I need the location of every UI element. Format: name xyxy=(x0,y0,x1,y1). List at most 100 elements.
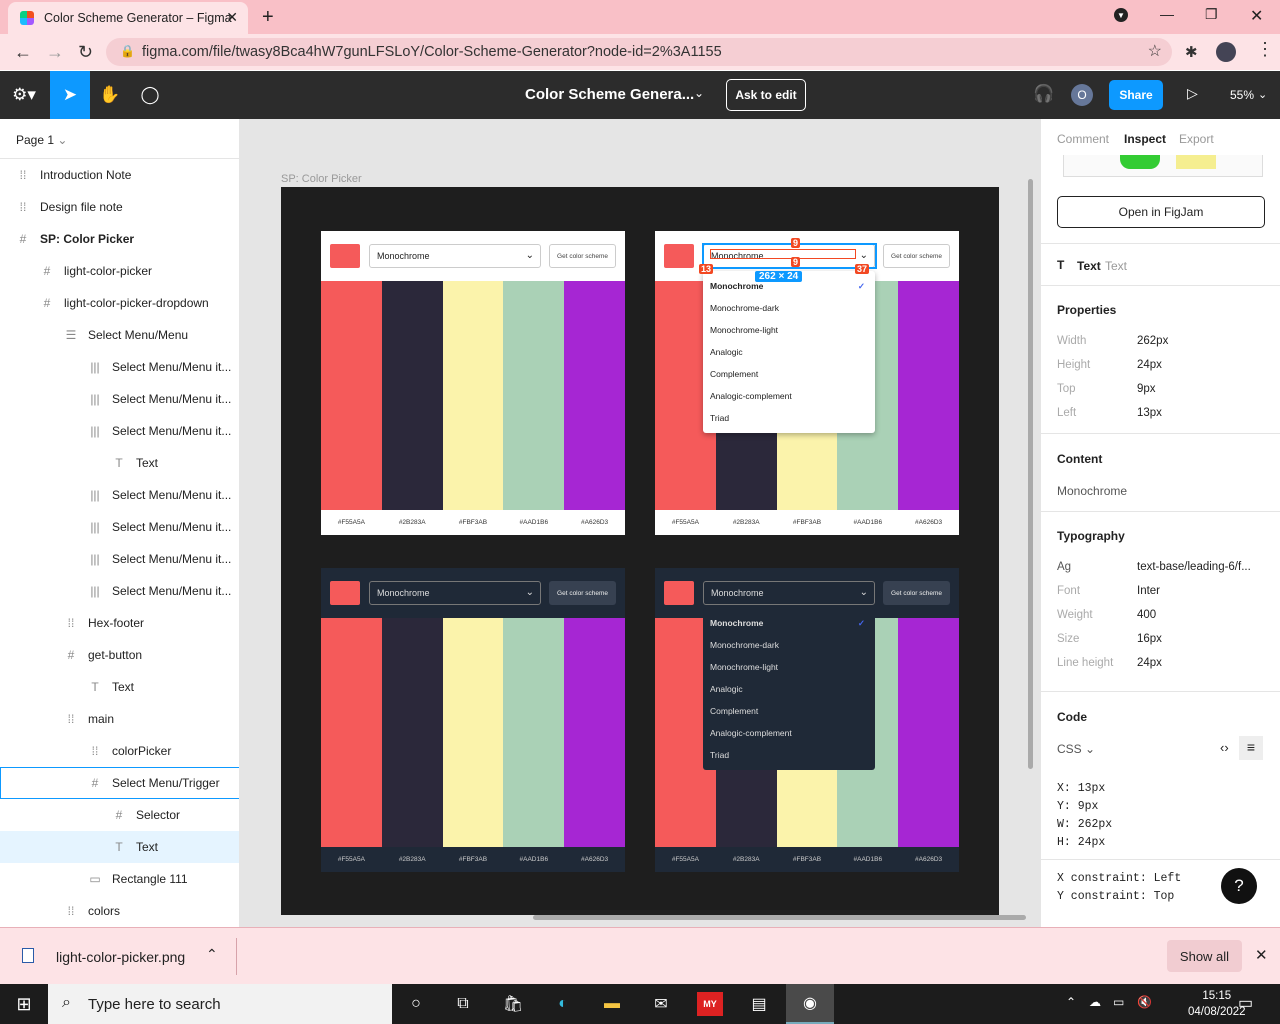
layer-row[interactable]: ⁞⁞ Introduction Note xyxy=(0,159,239,191)
layer-row[interactable]: ⁞⁞ colors xyxy=(0,895,239,927)
light-color-picker-dropdown[interactable]: Monochrome ⌄ Get color scheme #F55A5A #2B283… xyxy=(655,231,959,535)
chrome-icon[interactable]: ◉ xyxy=(786,984,834,1024)
extensions-icon[interactable]: ✱ xyxy=(1185,43,1198,61)
get-color-scheme-button[interactable]: Get color scheme xyxy=(883,244,950,268)
zoom-level[interactable]: 55% xyxy=(1230,88,1254,102)
property-value[interactable]: 9px xyxy=(1137,383,1156,395)
select-menu-item[interactable]: Analogic xyxy=(703,678,875,700)
mail-icon[interactable]: ✉ xyxy=(648,992,674,1016)
select-menu-item[interactable]: Triad xyxy=(703,744,875,766)
task-view-icon[interactable]: ⧉ xyxy=(450,992,476,1016)
layer-row[interactable]: ⁞⁞ main xyxy=(0,703,239,735)
headphones-icon[interactable]: 🎧 xyxy=(1033,84,1054,104)
color-swatch-input[interactable] xyxy=(330,581,360,605)
download-filename[interactable]: light-color-picker.png xyxy=(56,949,185,965)
typography-value[interactable]: text-base/leading-6/f... xyxy=(1137,561,1251,573)
tab-inspect[interactable]: Inspect xyxy=(1124,132,1166,146)
bookmark-star-icon[interactable]: ☆ xyxy=(1148,41,1162,61)
browser-menu-icon[interactable]: ⋮ xyxy=(1256,39,1274,60)
share-button[interactable]: Share xyxy=(1109,80,1163,110)
typography-value[interactable]: Inter xyxy=(1137,585,1160,597)
select-menu-item[interactable]: Analogic-complement xyxy=(703,385,875,407)
volume-icon[interactable]: 🔇 xyxy=(1137,995,1152,1009)
content-value[interactable]: Monochrome xyxy=(1057,484,1127,498)
minimize-icon[interactable]: — xyxy=(1160,6,1174,22)
select-menu-item[interactable]: Monochrome-dark xyxy=(703,297,875,319)
main-menu-icon[interactable]: ⚙▾ xyxy=(4,71,44,119)
layer-row[interactable]: ||| Select Menu/Menu it... xyxy=(0,511,239,543)
horizontal-scrollbar[interactable] xyxy=(533,915,1026,920)
select-trigger[interactable]: Monochrome ⌄ xyxy=(703,581,875,605)
property-value[interactable]: 13px xyxy=(1137,407,1162,419)
get-color-scheme-button[interactable]: Get color scheme xyxy=(549,581,616,605)
layer-row[interactable]: T Text xyxy=(0,831,239,863)
system-clock[interactable]: 15:15 04/08/2022 xyxy=(1188,988,1246,1020)
color-swatch-input[interactable] xyxy=(664,244,694,268)
code-language-select[interactable]: CSS ⌄ xyxy=(1057,742,1095,756)
windows-start-icon[interactable]: ⊞ xyxy=(11,992,37,1016)
cortana-icon[interactable]: ○ xyxy=(403,992,429,1016)
layer-row[interactable]: ||| Select Menu/Menu it... xyxy=(0,351,239,383)
select-menu-item[interactable]: Triad xyxy=(703,407,875,429)
app-icon[interactable]: MY xyxy=(697,992,723,1016)
zoom-chevron-icon[interactable]: ⌄ xyxy=(1258,88,1267,101)
layer-row[interactable]: # SP: Color Picker xyxy=(0,223,239,255)
layer-row[interactable]: ⁞⁞ Design file note xyxy=(0,191,239,223)
dark-color-picker-dropdown[interactable]: Monochrome ⌄ Get color scheme #F55A5A #2B283… xyxy=(655,568,959,872)
layer-row[interactable]: ||| Select Menu/Menu it... xyxy=(0,383,239,415)
help-button[interactable]: ? xyxy=(1221,868,1257,904)
new-tab-icon[interactable]: + xyxy=(262,6,274,29)
typography-value[interactable]: 16px xyxy=(1137,633,1162,645)
layer-row[interactable]: # Selector xyxy=(0,799,239,831)
select-trigger[interactable]: Monochrome ⌄ xyxy=(369,581,541,605)
notifications-icon[interactable]: ▭ xyxy=(1238,993,1253,1013)
restore-icon[interactable]: ❐ xyxy=(1205,6,1218,23)
typography-value[interactable]: 24px xyxy=(1137,657,1162,669)
chevron-up-icon[interactable]: ⌃ xyxy=(206,946,218,963)
layer-row[interactable]: # light-color-picker-dropdown xyxy=(0,287,239,319)
page-selector[interactable]: Page 1 ⌄ xyxy=(0,119,239,159)
hand-tool-icon[interactable]: ✋ xyxy=(90,71,130,119)
layer-row[interactable]: # Select Menu/Trigger xyxy=(0,767,239,799)
edge-icon[interactable]: ◐ xyxy=(550,992,576,1016)
color-picker-frame[interactable]: Monochrome ⌄ Get color scheme #F55A5A #2B283… xyxy=(281,187,999,915)
canvas[interactable]: SP: Color Picker Monochrome ⌄ Get color sc… xyxy=(240,119,1040,927)
color-swatch-input[interactable] xyxy=(664,581,694,605)
wifi-icon[interactable]: ▭ xyxy=(1113,995,1124,1009)
select-menu-item[interactable]: Monochrome-light xyxy=(703,319,875,341)
tab-comment[interactable]: Comment xyxy=(1057,132,1109,146)
select-menu-item[interactable]: Complement xyxy=(703,700,875,722)
select-menu-item[interactable]: Monochrome-dark xyxy=(703,634,875,656)
comment-tool-icon[interactable]: ◯ xyxy=(130,71,170,119)
avatar[interactable]: O xyxy=(1071,84,1093,106)
layer-row[interactable]: ⁞⁞ colorPicker xyxy=(0,735,239,767)
layer-row[interactable]: ⁞⁞ Hex-footer xyxy=(0,607,239,639)
tab-export[interactable]: Export xyxy=(1179,132,1214,146)
get-color-scheme-button[interactable]: Get color scheme xyxy=(549,244,616,268)
layer-row[interactable]: ||| Select Menu/Menu it... xyxy=(0,479,239,511)
layer-row[interactable]: T Text xyxy=(0,447,239,479)
frame-label[interactable]: SP: Color Picker xyxy=(281,173,362,185)
typography-value[interactable]: 400 xyxy=(1137,609,1156,621)
back-icon[interactable]: ← xyxy=(14,42,32,63)
select-trigger[interactable]: Monochrome ⌄ xyxy=(369,244,541,268)
layer-row[interactable]: # get-button xyxy=(0,639,239,671)
file-explorer-icon[interactable]: ▬ xyxy=(599,992,625,1016)
vertical-scrollbar[interactable] xyxy=(1028,179,1033,769)
tab-search-icon[interactable]: ▼ xyxy=(1114,8,1128,22)
reload-icon[interactable]: ↻ xyxy=(78,42,93,63)
layer-row[interactable]: ☰ Select Menu/Menu xyxy=(0,319,239,351)
layer-row[interactable]: ||| Select Menu/Menu it... xyxy=(0,543,239,575)
light-color-picker[interactable]: Monochrome ⌄ Get color scheme #F55A5A #2B283… xyxy=(321,231,625,535)
file-title[interactable]: Color Scheme Genera... xyxy=(525,86,694,103)
layer-row[interactable]: ▭ Rectangle 111 xyxy=(0,863,239,895)
browser-tab[interactable]: Color Scheme Generator – Figma ✕ xyxy=(8,2,248,34)
layer-row[interactable]: ||| Select Menu/Menu it... xyxy=(0,415,239,447)
open-in-figjam-button[interactable]: Open in FigJam xyxy=(1057,196,1265,228)
close-window-icon[interactable]: ✕ xyxy=(1250,6,1263,26)
address-bar[interactable]: 🔒 figma.com/file/twasy8Bca4hW7gunLFSLoY/… xyxy=(106,38,1172,66)
forward-icon[interactable]: → xyxy=(46,42,64,63)
move-tool-icon[interactable]: ➤ xyxy=(50,71,90,119)
select-menu-item[interactable]: Analogic xyxy=(703,341,875,363)
tray-chevron-icon[interactable]: ⌃ xyxy=(1066,995,1076,1009)
